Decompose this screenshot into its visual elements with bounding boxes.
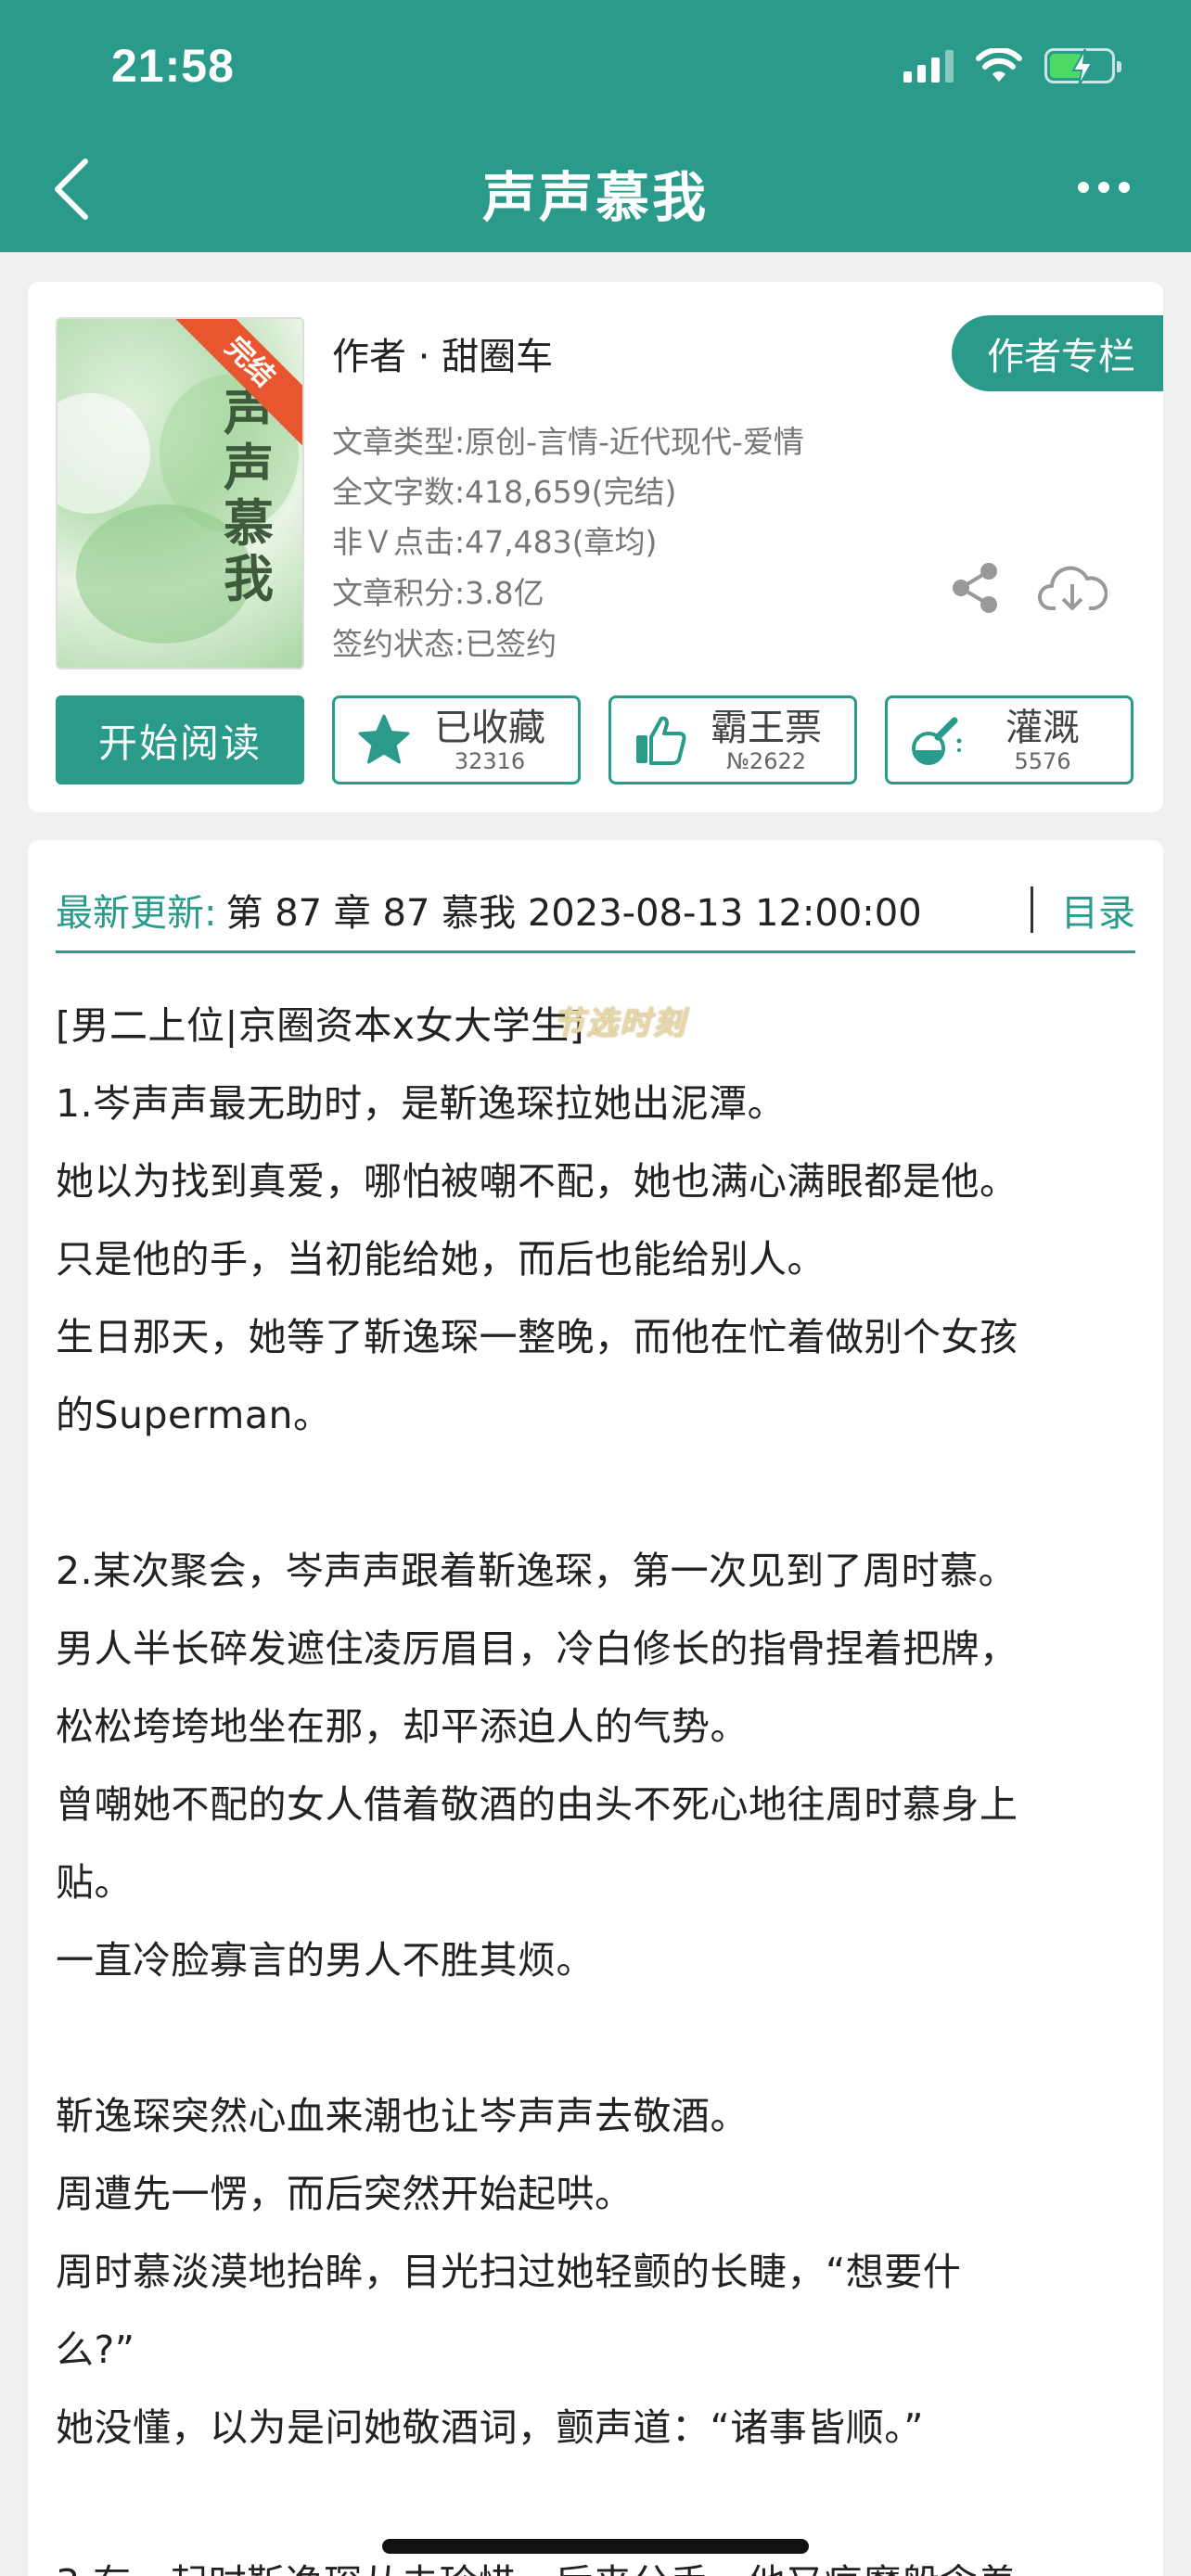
favorite-label: 已收藏 [434,707,545,749]
divider [1031,886,1033,933]
synopsis-line: 的Superman。 [56,1393,332,1437]
cover-title: 声声慕我 [224,382,274,608]
share-icon[interactable] [948,560,1004,616]
synopsis-line: 只是他的手，当初能给她，而后也能给别人。 [56,1237,826,1282]
synopsis-line: 么?” [56,2327,135,2372]
synopsis-line [56,2467,1141,2544]
top-bar: 21:58 声声慕我 [0,0,1191,252]
synopsis-line: 松松垮垮地坐在那，却平添迫人的气势。 [56,1704,749,1749]
thumbs-up-icon [636,716,686,765]
synopsis-line: 周遭先一愣，而后突然开始起哄。 [56,2172,634,2216]
synopsis-line: 她以为找到真爱，哪怕被嘲不配，她也满心满眼都是他。 [56,1159,1018,1204]
meta-sign-status: 签约状态:已签约 [332,626,557,662]
cellular-signal-icon [903,49,954,83]
synopsis-line: 贴。 [56,1860,133,1905]
author-column-button[interactable]: 作者专栏 [952,315,1163,391]
flask-icon [912,717,962,765]
synopsis-line: 曾嘲她不配的女人借着敬酒的由头不死心地往周时慕身上 [56,1782,1018,1827]
synopsis-card: 最新更新: 第 87 章 87 慕我 2023-08-13 12:00:00 目… [28,840,1163,2576]
more-options-icon[interactable] [1078,182,1130,193]
favorite-button[interactable]: 已收藏 32316 [332,695,581,784]
vote-ticket-button[interactable]: 霸王票 №2622 [608,695,857,784]
status-icons [903,43,1121,89]
book-info-card: 声声慕我 完结 作者 · 甜圈车 作者专栏 文章类型:原创-言情-近代现代-爱情… [28,282,1163,812]
latest-chapter[interactable]: 第 87 章 87 慕我 2023-08-13 12:00:00 [225,883,1012,937]
synopsis-line: 一直冷脸寡言的男人不胜其烦。 [56,1938,595,1983]
latest-update-label: 最新更新: [56,891,217,935]
latest-update-row[interactable]: 最新更新: 第 87 章 87 慕我 2023-08-13 12:00:00 目… [56,868,1135,953]
home-indicator [382,2539,809,2554]
synopsis-line [56,1454,1141,1532]
star-icon [358,714,410,764]
page-title: 声声慕我 [481,166,709,229]
meta-genre: 文章类型:原创-言情-近代现代-爱情 [332,424,804,460]
water-nutrient-button[interactable]: 灌溉 5576 [885,695,1133,784]
water-label: 灌溉 [1005,707,1080,749]
start-reading-button[interactable]: 开始阅读 [56,695,304,784]
water-count: 5576 [1014,748,1071,774]
meta-clicks: 非Ｖ点击:47,483(章均) [332,524,658,560]
synopsis-line: 她没懂，以为是问她敬酒词，颤声道：“诸事皆顺。” [56,2405,924,2450]
watermark: 节选时刻 [553,1005,686,1042]
synopsis-text: [男二上位|京圈资本x女大学生] 1.岑声声最无助时，是靳逸琛拉她出泥潭。 她以为找… [56,987,1141,2576]
synopsis-line: 生日那天，她等了靳逸琛一整晚，而他在忙着做别个女孩 [56,1315,1018,1359]
status-time: 21:58 [111,40,235,92]
synopsis-line [56,1999,1141,2077]
meta-score: 文章积分:3.8亿 [332,575,544,611]
meta-word-count: 全文字数:418,659(完结) [332,474,677,510]
vote-count: №2622 [725,748,807,774]
synopsis-line: 1.岑声声最无助时，是靳逸琛拉她出泥潭。 [56,1081,787,1126]
battery-icon [1044,48,1121,87]
synopsis-line: 靳逸琛突然心血来潮也让岑声声去敬酒。 [56,2094,749,2138]
table-of-contents-link[interactable]: 目录 [1061,883,1135,937]
vote-label: 霸王票 [711,707,822,749]
favorite-count: 32316 [454,748,526,774]
synopsis-line: 2.某次聚会，岑声声跟着靳逸琛，第一次见到了周时慕。 [56,1549,1018,1593]
wifi-icon [976,48,1022,82]
book-cover[interactable]: 声声慕我 完结 [56,317,304,670]
synopsis-line: 周时慕淡漠地抬眸，目光扫过她轻颤的长睫，“想要什 [56,2250,962,2294]
download-cloud-icon[interactable] [1037,560,1108,616]
synopsis-line: 男人半长碎发遮住凌厉眉目，冷白修长的指骨捏着把牌， [56,1626,1018,1671]
author-name[interactable]: 作者 · 甜圈车 [332,326,553,380]
